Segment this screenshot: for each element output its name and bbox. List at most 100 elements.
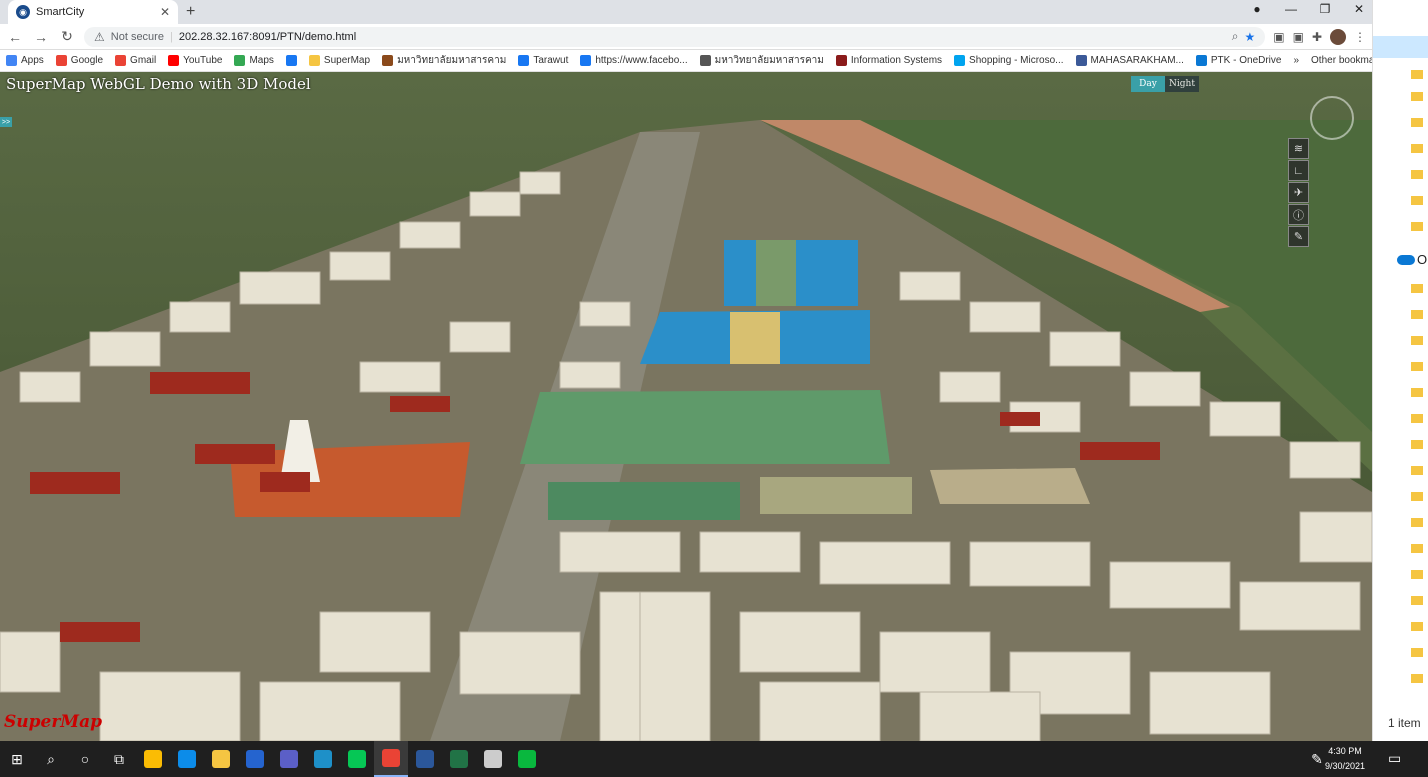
map-viewport[interactable]: SuperMap WebGL Demo with 3D Model Day Ni… xyxy=(0,72,1372,741)
profile-avatar[interactable] xyxy=(1330,28,1346,45)
onedrive-icon[interactable] xyxy=(1397,255,1415,265)
folder-icon[interactable] xyxy=(1411,284,1423,293)
address-bar[interactable]: ⚠ Not secure | 202.28.32.167:8091/PTN/de… xyxy=(84,26,1266,47)
folder-icon[interactable] xyxy=(1411,92,1423,101)
bookmark-item[interactable]: MAHASARAKHAM... xyxy=(1075,55,1184,66)
folder-icon[interactable] xyxy=(1411,544,1423,553)
bookmark-item[interactable]: มหาวิทยาลัยมหาสารคาม xyxy=(699,53,824,68)
todo-icon[interactable] xyxy=(238,741,272,777)
extension-icon-2[interactable]: ▣ xyxy=(1293,30,1304,44)
edge-icon[interactable] xyxy=(170,741,204,777)
city-3d-scene[interactable] xyxy=(0,72,1372,741)
folder-icon[interactable] xyxy=(1411,570,1423,579)
bookmark-item[interactable]: SuperMap xyxy=(308,55,370,66)
bookmark-item[interactable]: Tarawut xyxy=(518,55,568,66)
compass-icon[interactable] xyxy=(1310,96,1354,140)
warning-icon[interactable]: ⚠ xyxy=(94,30,105,44)
folder-icon[interactable] xyxy=(1411,518,1423,527)
close-window-icon[interactable]: ✕ xyxy=(1342,2,1376,16)
system-clock[interactable]: 4:30 PM 9/30/2021 xyxy=(1325,744,1365,774)
onedrive-label[interactable]: O xyxy=(1417,252,1427,267)
folder-icon[interactable] xyxy=(1411,70,1423,79)
folder-icon[interactable] xyxy=(1411,596,1423,605)
restore-icon[interactable]: ❐ xyxy=(1308,2,1342,16)
flight-icon[interactable]: ✈ xyxy=(1288,182,1309,203)
star-icon[interactable]: ★ xyxy=(1244,30,1255,44)
info-icon[interactable]: ⓘ xyxy=(1288,204,1309,225)
security-label[interactable]: Not secure xyxy=(111,31,164,43)
word-icon[interactable] xyxy=(408,741,442,777)
folder-icon[interactable] xyxy=(1411,440,1423,449)
folder-icon[interactable] xyxy=(1411,222,1423,231)
url-text[interactable]: 202.28.32.167:8091/PTN/demo.html xyxy=(179,31,1226,43)
zoom-icon[interactable]: ⌕ xyxy=(1232,29,1239,44)
day-night-switch: Day Night xyxy=(1131,76,1199,92)
folder-icon[interactable] xyxy=(1411,144,1423,153)
folder-icon[interactable] xyxy=(1411,362,1423,371)
night-button[interactable]: Night xyxy=(1165,76,1199,92)
bookmark-more[interactable]: » xyxy=(1293,55,1299,66)
folder-icon[interactable] xyxy=(1411,196,1423,205)
folder-icon[interactable] xyxy=(1411,622,1423,631)
bookmark-icon xyxy=(518,55,530,66)
bookmark-item[interactable]: Shopping - Microso... xyxy=(954,55,1064,66)
bookmark-item[interactable]: Google xyxy=(55,55,103,66)
windows-start-icon[interactable]: ⊞ xyxy=(0,741,34,777)
bookmark-item[interactable]: Apps xyxy=(6,55,44,66)
folder-icon[interactable] xyxy=(1411,466,1423,475)
new-tab-button[interactable]: + xyxy=(186,3,195,21)
folder-icon[interactable] xyxy=(1411,492,1423,501)
taskbar-apps xyxy=(136,741,544,777)
lms-icon[interactable] xyxy=(306,741,340,777)
puzzle-icon[interactable]: ✚ xyxy=(1312,30,1322,44)
bookmark-item[interactable]: YouTube xyxy=(168,55,222,66)
teams-icon[interactable] xyxy=(272,741,306,777)
chrome-icon[interactable] xyxy=(136,741,170,777)
bookmark-icon xyxy=(382,55,394,66)
bookmark-item[interactable]: Maps xyxy=(234,55,274,66)
wechat-icon[interactable] xyxy=(510,741,544,777)
day-button[interactable]: Day xyxy=(1131,76,1165,92)
bookmark-item[interactable]: Gmail xyxy=(115,55,156,66)
chrome-active-icon[interactable] xyxy=(374,741,408,777)
forward-button[interactable]: → xyxy=(32,29,50,45)
menu-icon[interactable]: ⋮ xyxy=(1354,30,1366,44)
line-icon[interactable] xyxy=(340,741,374,777)
notification-icon[interactable]: ▭ xyxy=(1388,750,1408,768)
folder-icon[interactable] xyxy=(1411,336,1423,345)
reload-button[interactable]: ↻ xyxy=(58,28,76,45)
extension-icon-1[interactable]: ▣ xyxy=(1273,30,1284,44)
tab-smartcity[interactable]: ◉ SmartCity ✕ xyxy=(8,0,178,24)
bookmark-item[interactable]: Information Systems xyxy=(835,55,942,66)
folder-icon[interactable] xyxy=(1411,674,1423,683)
settings-icon[interactable] xyxy=(476,741,510,777)
layers-icon[interactable]: ≋ xyxy=(1288,138,1309,159)
bookmark-other[interactable]: Other bookmarks xyxy=(1311,55,1372,66)
panel-toggle-button[interactable]: >> xyxy=(0,117,12,127)
folder-icon[interactable] xyxy=(1411,388,1423,397)
task-view-icon[interactable]: ⧉ xyxy=(102,741,136,777)
search-icon[interactable]: ⌕ xyxy=(34,741,68,777)
cortana-icon[interactable]: ○ xyxy=(68,741,102,777)
extension-record-icon[interactable]: ● xyxy=(1240,2,1274,16)
folder-icon[interactable] xyxy=(1411,310,1423,319)
edit-icon[interactable]: ✎ xyxy=(1288,226,1309,247)
measure-icon[interactable]: ∟ xyxy=(1288,160,1309,181)
file-explorer-icon[interactable] xyxy=(204,741,238,777)
bookmark-item[interactable]: https://www.facebo... xyxy=(580,55,688,66)
folder-icon[interactable] xyxy=(1411,170,1423,179)
back-button[interactable]: ← xyxy=(6,29,24,45)
bookmark-item[interactable]: มหาวิทยาลัยมหาสารคาม xyxy=(382,53,506,68)
bookmark-item[interactable] xyxy=(285,55,297,66)
folder-icon[interactable] xyxy=(1411,414,1423,423)
clock-date: 9/30/2021 xyxy=(1325,761,1366,771)
bookmark-icon xyxy=(1075,55,1087,66)
excel-icon[interactable] xyxy=(442,741,476,777)
bookmark-item[interactable]: PTK - OneDrive xyxy=(1195,55,1281,66)
folder-icon[interactable] xyxy=(1411,648,1423,657)
minimize-icon[interactable]: — xyxy=(1274,2,1308,16)
close-tab-icon[interactable]: ✕ xyxy=(160,5,170,19)
app-glyph xyxy=(144,750,162,768)
folder-icon[interactable] xyxy=(1411,118,1423,127)
selected-item[interactable] xyxy=(1373,36,1428,58)
